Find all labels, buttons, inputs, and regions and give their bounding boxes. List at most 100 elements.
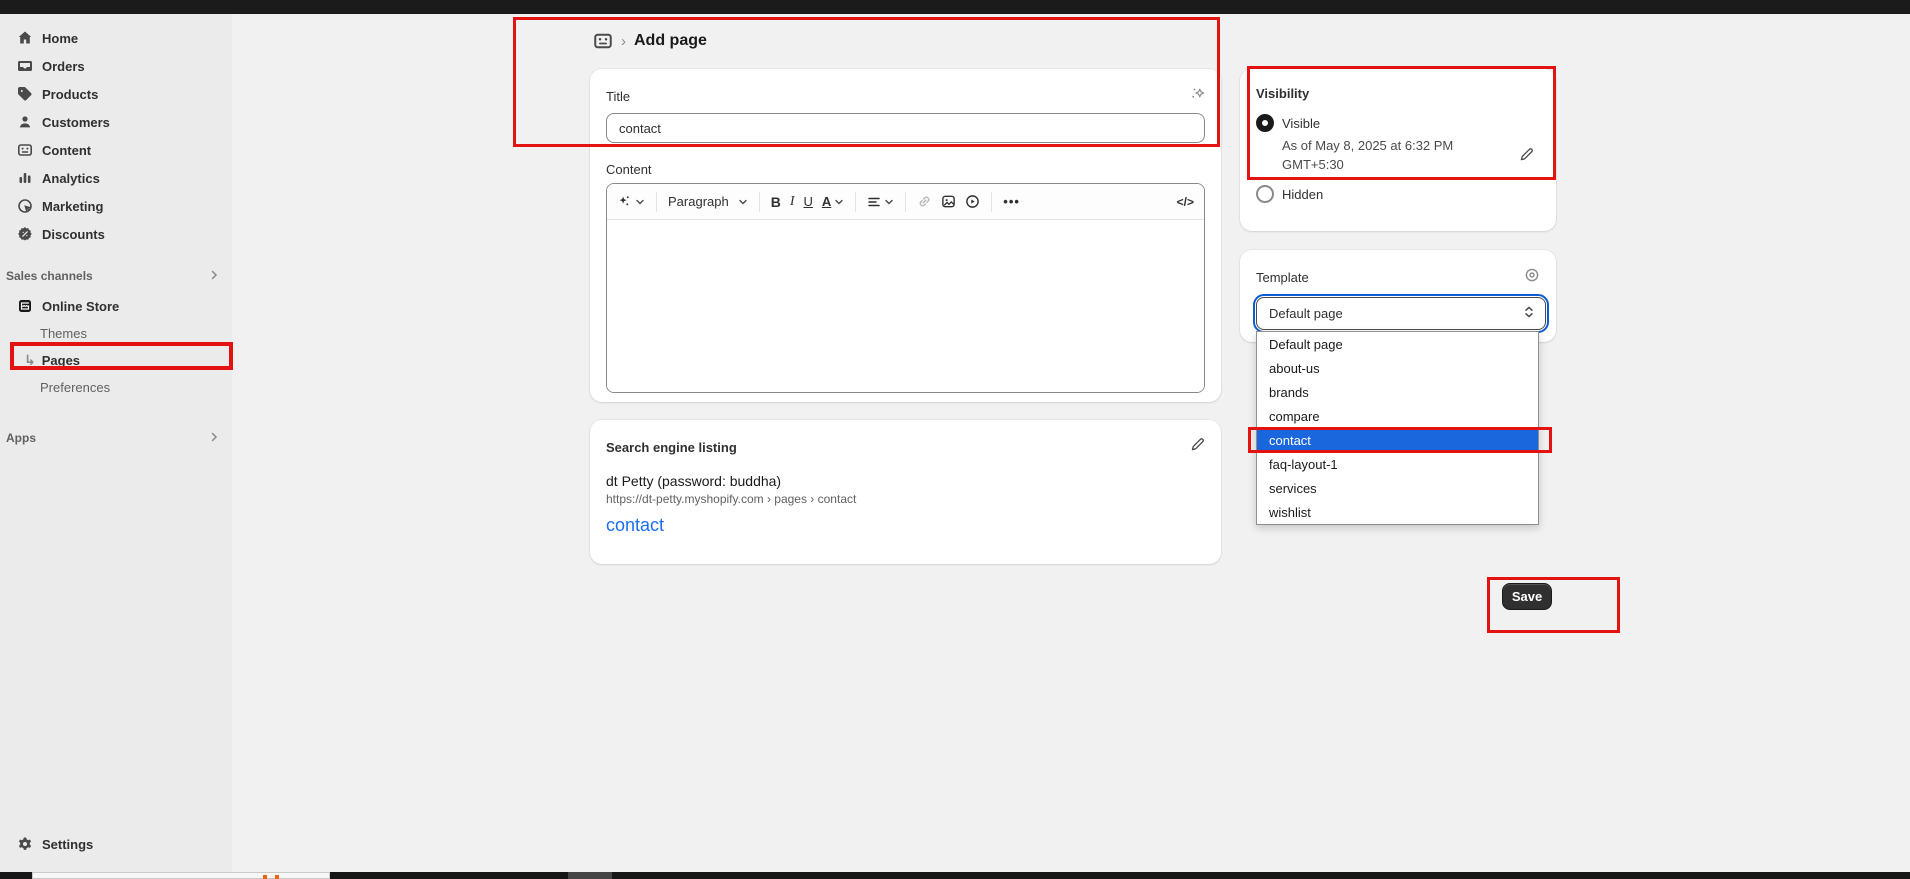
content-label: Content — [606, 162, 1205, 177]
sidebar-item-settings[interactable]: Settings — [8, 830, 101, 858]
sidebar-item-online-store[interactable]: Online Store — [8, 292, 224, 320]
page-details-card: Title Content Paragraph B I U — [590, 69, 1221, 402]
visible-radio-label: Visible — [1282, 116, 1320, 131]
sidebar-item-label: Customers — [42, 115, 110, 130]
online-store-icon — [16, 297, 34, 315]
sidebar-item-label: Orders — [42, 59, 85, 74]
shopify-admin-window: Home Orders Products Customers Content A… — [0, 0, 1910, 879]
sidebar-item-label: Pages — [42, 353, 80, 368]
title-label: Title — [606, 89, 630, 104]
visible-radio-selected[interactable] — [1256, 114, 1274, 132]
alignment-dropdown[interactable] — [867, 195, 894, 209]
edit-visibility-pencil-icon[interactable] — [1519, 147, 1534, 167]
seo-preview-title: dt Petty (password: buddha) — [606, 473, 1205, 489]
sidebar-item-preferences[interactable]: Preferences — [8, 374, 224, 401]
sidebar: Home Orders Products Customers Content A… — [0, 14, 232, 872]
dropdown-option-wishlist[interactable]: wishlist — [1257, 500, 1538, 524]
orders-icon — [16, 57, 34, 75]
apps-label: Apps — [6, 431, 36, 445]
sidebar-item-label: Settings — [42, 837, 93, 852]
chevron-down-icon — [635, 197, 645, 207]
visibility-date: As of May 8, 2025 at 6:32 PM GMT+5:30 — [1282, 136, 1482, 174]
title-input[interactable] — [606, 113, 1205, 143]
sidebar-item-label: Preferences — [40, 380, 110, 395]
toolbar-divider — [759, 192, 760, 212]
sidebar-item-analytics[interactable]: Analytics — [8, 164, 224, 192]
sidebar-item-label: Online Store — [42, 299, 119, 314]
gear-icon — [16, 835, 34, 853]
sidebar-item-discounts[interactable]: Discounts — [8, 220, 224, 248]
content-breadcrumb-icon[interactable] — [593, 31, 613, 51]
taskbar-tab[interactable] — [32, 872, 330, 879]
toolbar-divider — [991, 192, 992, 212]
visibility-date-line2: GMT+5:30 — [1282, 155, 1482, 174]
ai-assist-button[interactable] — [617, 194, 645, 209]
underline-button[interactable]: U — [804, 194, 813, 209]
hidden-radio-row[interactable]: Hidden — [1256, 185, 1540, 203]
visibility-card: Visibility Visible As of May 8, 2025 at … — [1240, 69, 1556, 231]
visible-radio-row[interactable]: Visible — [1256, 114, 1540, 132]
text-color-button[interactable]: A — [822, 194, 844, 209]
sidebar-item-themes[interactable]: Themes — [8, 320, 224, 347]
products-icon — [16, 85, 34, 103]
hidden-radio-label: Hidden — [1282, 187, 1323, 202]
paragraph-style-dropdown[interactable]: Paragraph — [668, 194, 748, 209]
sidebar-item-customers[interactable]: Customers — [8, 108, 224, 136]
search-engine-listing-card: Search engine listing dt Petty (password… — [590, 420, 1221, 564]
select-updown-icon — [1523, 305, 1535, 322]
toolbar-divider — [656, 192, 657, 212]
sidebar-item-products[interactable]: Products — [8, 80, 224, 108]
dropdown-option-default-page[interactable]: Default page — [1257, 332, 1538, 356]
sidebar-item-marketing[interactable]: Marketing — [8, 192, 224, 220]
dropdown-option-contact-selected[interactable]: contact — [1257, 428, 1538, 452]
chevron-right-icon — [208, 269, 220, 284]
seo-preview-link[interactable]: contact — [606, 515, 1205, 536]
template-selected-value: Default page — [1269, 306, 1343, 321]
italic-button[interactable]: I — [790, 194, 795, 210]
dropdown-option-brands[interactable]: brands — [1257, 380, 1538, 404]
insert-video-button[interactable] — [965, 194, 980, 209]
dropdown-option-compare[interactable]: compare — [1257, 404, 1538, 428]
hidden-radio-unselected[interactable] — [1256, 185, 1274, 203]
dropdown-option-faq-layout-1[interactable]: faq-layout-1 — [1257, 452, 1538, 476]
save-button[interactable]: Save — [1502, 583, 1552, 610]
toolbar-divider — [855, 192, 856, 212]
bold-button[interactable]: B — [771, 194, 781, 210]
insert-image-button[interactable] — [941, 194, 956, 209]
editor-content-area[interactable] — [607, 220, 1204, 393]
template-select[interactable]: Default page — [1256, 297, 1546, 330]
link-button[interactable] — [917, 194, 932, 209]
editor-toolbar: Paragraph B I U A — [607, 184, 1204, 220]
chevron-down-icon — [738, 197, 748, 207]
dropdown-option-about-us[interactable]: about-us — [1257, 356, 1538, 380]
sidebar-item-content[interactable]: Content — [8, 136, 224, 164]
chevron-down-icon — [884, 197, 894, 207]
taskbar-dot — [263, 875, 267, 879]
home-icon — [16, 29, 34, 47]
show-html-button[interactable]: </> — [1177, 195, 1194, 209]
sidebar-item-home[interactable]: Home — [8, 24, 224, 52]
content-icon — [16, 141, 34, 159]
view-template-eye-icon[interactable] — [1524, 267, 1540, 288]
sidebar-item-orders[interactable]: Orders — [8, 52, 224, 80]
top-bar — [0, 0, 1910, 14]
breadcrumb: › Add page — [593, 31, 707, 51]
toolbar-divider — [905, 192, 906, 212]
magic-sparkle-icon[interactable] — [1189, 86, 1205, 107]
customers-icon — [16, 113, 34, 131]
sidebar-item-pages[interactable]: ↳ Pages — [8, 347, 224, 374]
seo-heading: Search engine listing — [606, 440, 737, 455]
template-dropdown-menu: Default page about-us brands compare con… — [1256, 331, 1539, 525]
edit-pencil-icon[interactable] — [1190, 437, 1205, 457]
sidebar-item-label: Analytics — [42, 171, 100, 186]
hook-arrow-icon: ↳ — [24, 352, 36, 369]
dropdown-option-services[interactable]: services — [1257, 476, 1538, 500]
sales-channels-header[interactable]: Sales channels — [6, 264, 224, 288]
more-options-button[interactable]: ••• — [1003, 194, 1020, 209]
sidebar-item-label: Marketing — [42, 199, 103, 214]
sidebar-item-label: Discounts — [42, 227, 105, 242]
text-color-glyph: A — [822, 194, 831, 209]
apps-header[interactable]: Apps — [6, 426, 224, 450]
taskbar-dot — [275, 875, 279, 879]
sidebar-item-label: Content — [42, 143, 91, 158]
